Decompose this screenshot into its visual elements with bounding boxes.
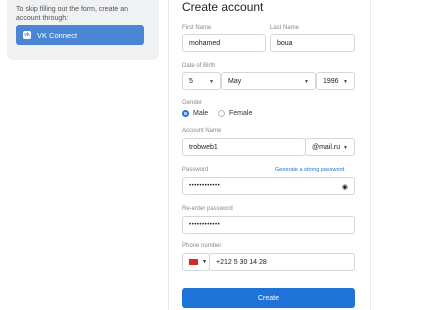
page-title: Create account [182, 0, 264, 14]
phone-number-field[interactable]: +212 5 30 14 28 [209, 253, 355, 271]
chevron-down-icon: ▼ [343, 145, 348, 151]
phone-number-value: +212 5 30 14 28 [216, 258, 267, 266]
social-signup-text: To skip filling out the form, create an … [16, 6, 129, 22]
chevron-down-icon: ▼ [304, 79, 309, 85]
dob-label: Date of Birth [182, 63, 216, 69]
password-label: Password [182, 167, 209, 173]
gender-label: Gender [182, 100, 203, 106]
reenter-password-label: Re-enter password [182, 206, 233, 212]
dob-year-select[interactable]: 1996 ▼ [316, 72, 355, 90]
last-name-label: Last Name [270, 25, 300, 31]
last-name-value: boua [277, 39, 293, 47]
gender-male-label: Male [193, 110, 209, 117]
vk-connect-label: VK Connect [37, 30, 78, 40]
vk-connect-button[interactable]: vk VK Connect [16, 25, 144, 45]
reenter-password-field[interactable]: •••••••••••• [182, 216, 355, 234]
first-name-field[interactable]: mohamed [182, 34, 266, 52]
first-name-label: First Name [182, 25, 212, 31]
password-value: •••••••••••• [189, 183, 221, 189]
first-name-value: mohamed [189, 39, 221, 47]
gender-female-option[interactable]: Female [218, 110, 252, 117]
generate-password-link[interactable]: Generate a strong password [275, 167, 344, 173]
mail-domain-select[interactable]: @mail.ru ▼ [305, 138, 355, 156]
chevron-down-icon: ▼ [343, 79, 348, 85]
chevron-down-icon: ▼ [209, 79, 214, 85]
country-code-select[interactable]: ▼ [182, 253, 210, 271]
dob-day-value: 5 [189, 77, 193, 85]
chevron-down-icon: ▼ [202, 259, 207, 265]
account-name-field[interactable]: trobweb1 [182, 138, 306, 156]
last-name-field[interactable]: boua [270, 34, 355, 52]
radio-unchecked-icon [218, 110, 225, 117]
eye-icon[interactable]: ◉ [342, 183, 348, 191]
radio-checked-icon [182, 110, 189, 117]
create-account-button[interactable]: Create [182, 288, 355, 308]
account-name-value: trobweb1 [189, 143, 218, 151]
flag-icon [189, 259, 198, 265]
mail-domain-value: @mail.ru [312, 143, 341, 151]
dob-year-value: 1996 [323, 77, 339, 85]
dob-month-value: May [228, 77, 242, 85]
create-button-label: Create [257, 294, 279, 302]
phone-label: Phone number [182, 243, 222, 249]
gender-female-label: Female [229, 110, 253, 117]
dob-month-select[interactable]: May ▼ [221, 72, 316, 90]
dob-day-select[interactable]: 5 ▼ [182, 72, 221, 90]
reenter-password-value: •••••••••••• [189, 222, 221, 228]
password-field[interactable]: •••••••••••• ◉ [182, 177, 355, 195]
gender-male-option[interactable]: Male [182, 110, 208, 117]
vk-icon: vk [23, 31, 31, 39]
account-name-label: Account Name [182, 128, 222, 134]
